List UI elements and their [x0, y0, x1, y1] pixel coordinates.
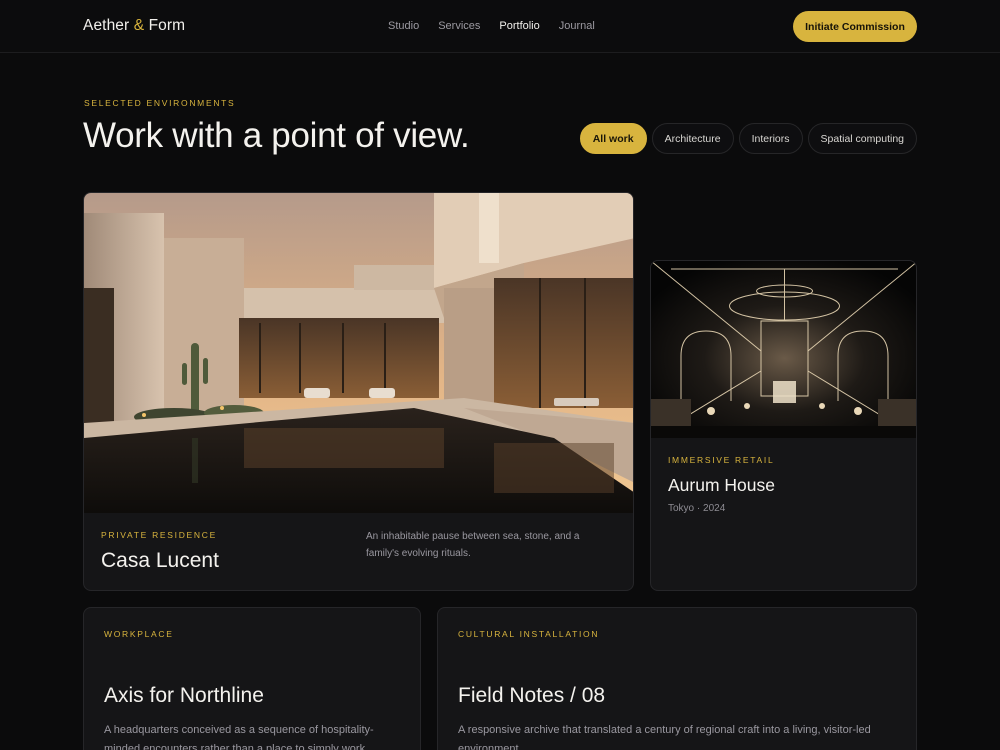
- project-card-field-notes[interactable]: Cultural Installation Field Notes / 08 A…: [437, 607, 917, 750]
- nav-item-portfolio[interactable]: Portfolio: [499, 20, 539, 32]
- aurum-title: Aurum House: [668, 475, 775, 495]
- section-eyebrow: Selected Environments: [84, 98, 236, 108]
- main-nav: Studio Services Portfolio Journal: [388, 20, 595, 32]
- filter-spatial-computing[interactable]: Spatial computing: [807, 123, 917, 154]
- project-card-casa-lucent[interactable]: Private Residence Casa Lucent An inhabit…: [83, 192, 634, 591]
- axis-description: A headquarters conceived as a sequence o…: [104, 724, 374, 750]
- nav-item-services[interactable]: Services: [438, 20, 480, 32]
- casa-title: Casa Lucent: [101, 549, 219, 572]
- brand-name-left: Aether: [83, 17, 130, 34]
- aurum-house-image: [651, 261, 916, 438]
- field-description: A responsive archive that translated a c…: [458, 724, 871, 750]
- axis-category: Workplace: [104, 629, 174, 639]
- casa-lucent-image: [84, 193, 633, 513]
- project-card-axis-northline[interactable]: Workplace Axis for Northline A headquart…: [83, 607, 421, 750]
- aurum-category: Immersive Retail: [668, 455, 775, 465]
- brand-name-right: Form: [148, 17, 186, 34]
- filter-chips: All work Architecture Interiors Spatial …: [579, 123, 917, 154]
- field-title: Field Notes / 08: [458, 684, 606, 707]
- nav-item-journal[interactable]: Journal: [559, 20, 595, 32]
- site-header: Aether & Form Studio Services Portfolio …: [0, 0, 1000, 53]
- nav-item-studio[interactable]: Studio: [388, 20, 419, 32]
- field-category: Cultural Installation: [458, 629, 600, 639]
- brand-ampersand: &: [133, 17, 145, 34]
- casa-description: An inhabitable pause between sea, stone,…: [366, 531, 580, 559]
- aurum-meta: Tokyo · 2024: [668, 503, 726, 514]
- page-title: Work with a point of view.: [83, 116, 470, 155]
- axis-title: Axis for Northline: [104, 684, 264, 707]
- initiate-commission-button[interactable]: Initiate Commission: [793, 11, 917, 42]
- filter-architecture[interactable]: Architecture: [651, 123, 734, 154]
- project-card-aurum-house[interactable]: Immersive Retail Aurum House Tokyo · 202…: [650, 260, 917, 591]
- brand-logo[interactable]: Aether & Form: [83, 17, 185, 35]
- filter-interiors[interactable]: Interiors: [738, 123, 803, 154]
- filter-all-work[interactable]: All work: [579, 123, 647, 154]
- casa-category: Private Residence: [101, 530, 217, 540]
